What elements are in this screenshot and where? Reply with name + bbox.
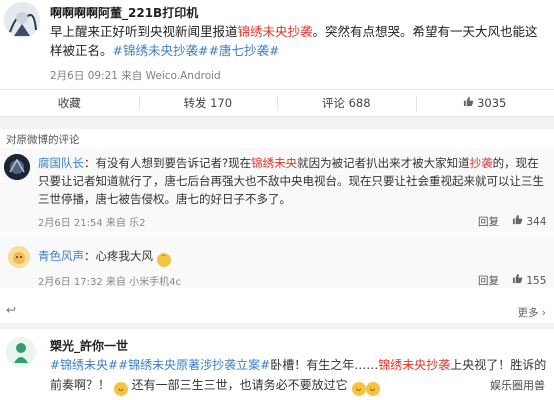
like-button[interactable]: 3035: [415, 96, 554, 111]
post-action-bar: 收藏 转发 170 评论 688 3035: [0, 89, 554, 117]
post-highlight-keyword[interactable]: 锦绣未央抄袭: [378, 358, 450, 372]
post-text: 早上醒来正好听到央视新闻里报道锦绣未央抄袭。突然有点想哭。希望有一天大风也能这样…: [50, 22, 544, 60]
commenter-avatar[interactable]: [8, 246, 30, 268]
comment-text: 青色风声：心疼我大风 ˘: [38, 248, 171, 267]
post-username[interactable]: 槊光_許你一世: [50, 337, 128, 354]
avatar-illustration-icon: [8, 246, 30, 268]
commenter-name[interactable]: 青色风声: [38, 249, 84, 263]
reply-button[interactable]: 回复: [478, 214, 499, 229]
comment-item: 腐国队长：有没有人想到要告诉记者?现在锦绣未央就因为被记者扒出来才被大家知道抄袭…: [0, 148, 554, 232]
comment-like-button[interactable]: 155: [512, 273, 546, 287]
comment-highlight-1[interactable]: 锦绣未央: [251, 156, 297, 170]
comment-text-part-2: 就因为被记者扒出来才被大家知道: [297, 156, 470, 170]
comment-like-count: 344: [526, 216, 547, 228]
post-hashtag-2[interactable]: #唐七抄袭#: [208, 43, 279, 58]
avatar-illustration-icon: [4, 154, 30, 180]
thumb-up-icon: [512, 273, 523, 287]
post-meta: 2月6日 09:21 来自 Weico.Android: [50, 70, 221, 82]
emoji-icon: ˘: [156, 253, 171, 267]
post-text-part-3: 还有一部三生三世，也请务必不要放过它: [131, 378, 348, 392]
comment-text: 腐国队长：有没有人想到要告诉记者?现在锦绣未央就因为被记者扒出来才被大家知道抄袭…: [38, 154, 548, 208]
avatar-illustration-icon: [6, 337, 36, 367]
post-hashtag-1[interactable]: #锦绣未央#: [50, 358, 118, 372]
avatar-illustration-icon: [4, 2, 40, 38]
reply-button[interactable]: 回复: [478, 273, 499, 288]
emoji-icon: ᴗ: [113, 382, 128, 396]
emoji-icon: ᴗ: [365, 382, 380, 396]
repost-button[interactable]: 转发 170: [138, 95, 278, 111]
favorite-label: 收藏: [57, 96, 81, 110]
post-username[interactable]: 啊啊啊啊阿董_221B打印机: [50, 4, 198, 21]
thumb-up-icon: [463, 96, 474, 110]
comment-text-part-1: ：有没有人想到要告诉记者?现在: [84, 156, 252, 170]
comment-footer: ↩ 更多 ›: [0, 301, 554, 323]
comment-meta: 2月6日 21:54 来自 乐2: [38, 218, 146, 229]
weibo-post: 槊光_許你一世 #锦绣未央##锦绣未央原著涉抄袭立案#卧槽！有生之年……锦绣未央…: [0, 329, 554, 400]
post-text: #锦绣未央##锦绣未央原著涉抄袭立案#卧槽！有生之年……锦绣未央抄袭上央视了！胜…: [50, 355, 550, 396]
post-text-part-1: 早上醒来正好听到央视新闻里报道: [50, 24, 238, 39]
post-hashtag-2[interactable]: #锦绣未央原著涉抄袭立案#: [118, 358, 270, 372]
back-arrow-icon[interactable]: ↩: [6, 303, 16, 317]
like-count: 3035: [477, 96, 507, 110]
commenter-avatar[interactable]: [4, 154, 30, 180]
post-highlight-keyword[interactable]: 锦绣未央抄袭: [238, 24, 313, 39]
comments-section-title: 对原微博的评论: [6, 134, 80, 146]
watermark-label: 娱乐圈用兽: [487, 376, 548, 394]
commenter-name[interactable]: 腐国队长: [38, 156, 84, 170]
post-text-part-1: 卧槽！有生之年……: [270, 358, 379, 372]
user-avatar[interactable]: [6, 337, 36, 367]
comment-item: 青色风声：心疼我大风 ˘ 2月6日 17:32 来自 小米手机4c 回复 155: [0, 236, 554, 288]
more-comments-link[interactable]: 更多 ›: [517, 305, 546, 320]
comment-highlight-2[interactable]: 抄袭: [470, 156, 493, 170]
weibo-post: 啊啊啊啊阿董_221B打印机 早上醒来正好听到央视新闻里报道锦绣未央抄袭。突然有…: [0, 0, 554, 88]
thumb-up-icon: [512, 214, 523, 228]
comment-label: 评论 688: [321, 96, 371, 110]
user-avatar[interactable]: [4, 2, 40, 38]
repost-label: 转发 170: [183, 96, 233, 110]
post-hashtag-1[interactable]: #锦绣未央抄袭#: [113, 43, 209, 58]
comment-like-button[interactable]: 344: [512, 214, 546, 228]
emoji-icon: ᴗ: [351, 382, 366, 396]
comment-button[interactable]: 评论 688: [277, 95, 416, 111]
comment-like-count: 155: [526, 275, 547, 287]
section-divider: [0, 117, 554, 129]
favorite-button[interactable]: 收藏: [0, 95, 139, 111]
comment-meta: 2月6日 17:32 来自 小米手机4c: [38, 277, 181, 288]
comment-text-body: ：心疼我大风: [84, 249, 153, 263]
